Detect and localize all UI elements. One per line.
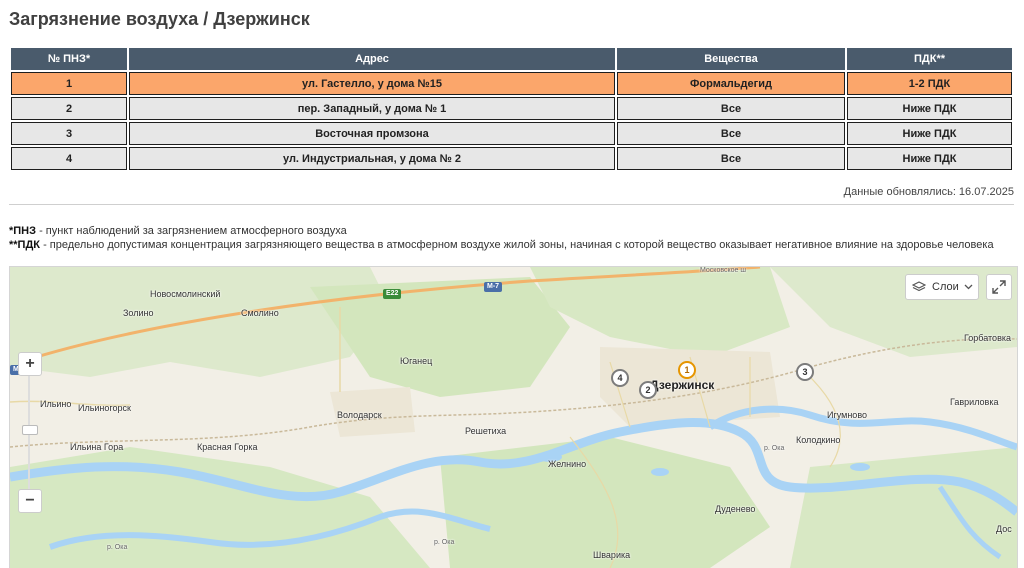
cell-substance: Все bbox=[617, 122, 845, 145]
zoom-out-button[interactable]: − bbox=[18, 489, 42, 513]
river-label: р. Ока bbox=[434, 539, 455, 546]
place-label: Ильина Гора bbox=[70, 442, 124, 452]
layers-icon bbox=[912, 281, 926, 292]
map-marker-3[interactable]: 3 bbox=[796, 363, 814, 381]
place-label: Горбатовка bbox=[964, 333, 1011, 343]
zoom-in-button[interactable]: + bbox=[18, 352, 42, 376]
place-label: Новосмолинский bbox=[150, 289, 221, 299]
table-row[interactable]: 1 ул. Гастелло, у дома №15 Формальдегид … bbox=[11, 72, 1012, 95]
place-label: Смолино bbox=[241, 308, 279, 318]
page-title: Загрязнение воздуха / Дзержинск bbox=[9, 9, 310, 29]
zoom-slider-thumb[interactable] bbox=[22, 425, 38, 435]
table-row[interactable]: 4 ул. Индустриальная, у дома № 2 Все Ниж… bbox=[11, 147, 1012, 170]
place-label: Красная Горка bbox=[197, 442, 258, 452]
divider bbox=[9, 204, 1014, 205]
road-shield-m7: М-7 bbox=[484, 282, 503, 292]
city-label: Дзержинск bbox=[650, 378, 715, 392]
footnote-pdk-term: **ПДК bbox=[9, 239, 41, 251]
footnote-pdk-text: - предельно допустимая концентрация загр… bbox=[40, 239, 994, 251]
col-header-pdk: ПДК** bbox=[847, 48, 1012, 70]
road-shield-e22: E22 bbox=[383, 289, 402, 299]
chevron-down-icon bbox=[964, 284, 973, 290]
monitoring-table: № ПНЗ* Адрес Вещества ПДК** 1 ул. Гастел… bbox=[9, 46, 1014, 172]
cell-address: Восточная промзона bbox=[129, 122, 615, 145]
place-label: Шварика bbox=[593, 550, 631, 560]
river-label: р. Ока bbox=[107, 544, 128, 551]
fullscreen-button[interactable] bbox=[986, 274, 1012, 300]
road-label: Московское ш bbox=[700, 267, 746, 274]
place-label: Дос bbox=[996, 524, 1012, 534]
layers-label: Слои bbox=[932, 281, 959, 293]
cell-number: 2 bbox=[11, 97, 127, 120]
footnote-pnz: *ПНЗ - пункт наблюдений за загрязнением … bbox=[9, 225, 347, 237]
map-marker-1[interactable]: 1 bbox=[678, 361, 696, 379]
footnote-pnz-term: *ПНЗ bbox=[9, 225, 37, 237]
footnote-pnz-text: - пункт наблюдений за загрязнением атмос… bbox=[36, 225, 347, 237]
cell-number: 4 bbox=[11, 147, 127, 170]
map-marker-4[interactable]: 4 bbox=[611, 369, 629, 387]
cell-number: 1 bbox=[11, 72, 127, 95]
expand-icon bbox=[992, 280, 1006, 294]
layers-button[interactable]: Слои bbox=[905, 274, 979, 300]
place-label: Юганец bbox=[400, 356, 433, 366]
place-label: Желнино bbox=[548, 459, 587, 469]
place-label: Ильино bbox=[40, 399, 72, 409]
cell-pdk: Ниже ПДК bbox=[847, 122, 1012, 145]
col-header-address: Адрес bbox=[129, 48, 615, 70]
col-header-substance: Вещества bbox=[617, 48, 845, 70]
place-label: Решетиха bbox=[465, 426, 507, 436]
place-label: Гавриловка bbox=[950, 397, 999, 407]
place-label: Ильиногорск bbox=[78, 403, 131, 413]
place-label: Колодкино bbox=[796, 435, 841, 445]
table-row[interactable]: 3 Восточная промзона Все Ниже ПДК bbox=[11, 122, 1012, 145]
map-marker-2[interactable]: 2 bbox=[639, 381, 657, 399]
cell-number: 3 bbox=[11, 122, 127, 145]
river-label: р. Ока bbox=[764, 445, 785, 452]
cell-pdk: Ниже ПДК bbox=[847, 147, 1012, 170]
cell-substance: Все bbox=[617, 147, 845, 170]
cell-pdk: 1-2 ПДК bbox=[847, 72, 1012, 95]
place-label: Дуденево bbox=[715, 504, 756, 514]
col-header-number: № ПНЗ* bbox=[11, 48, 127, 70]
cell-substance: Формальдегид bbox=[617, 72, 845, 95]
cell-substance: Все bbox=[617, 97, 845, 120]
cell-pdk: Ниже ПДК bbox=[847, 97, 1012, 120]
cell-address: ул. Гастелло, у дома №15 bbox=[129, 72, 615, 95]
updated-date: Данные обновлялись: 16.07.2025 bbox=[843, 186, 1014, 198]
table-header-row: № ПНЗ* Адрес Вещества ПДК** bbox=[11, 48, 1012, 70]
footnote-pdk: **ПДК - предельно допустимая концентраци… bbox=[9, 239, 994, 251]
zoom-slider-track[interactable] bbox=[28, 372, 30, 502]
place-label: Володарск bbox=[337, 410, 382, 420]
table-row[interactable]: 2 пер. Западный, у дома № 1 Все Ниже ПДК bbox=[11, 97, 1012, 120]
map-view[interactable]: Новосмолинский Золино Смолино Юганец Иль… bbox=[9, 266, 1018, 568]
cell-address: пер. Западный, у дома № 1 bbox=[129, 97, 615, 120]
place-label: Золино bbox=[123, 308, 154, 318]
cell-address: ул. Индустриальная, у дома № 2 bbox=[129, 147, 615, 170]
place-label: Игумново bbox=[827, 410, 867, 420]
